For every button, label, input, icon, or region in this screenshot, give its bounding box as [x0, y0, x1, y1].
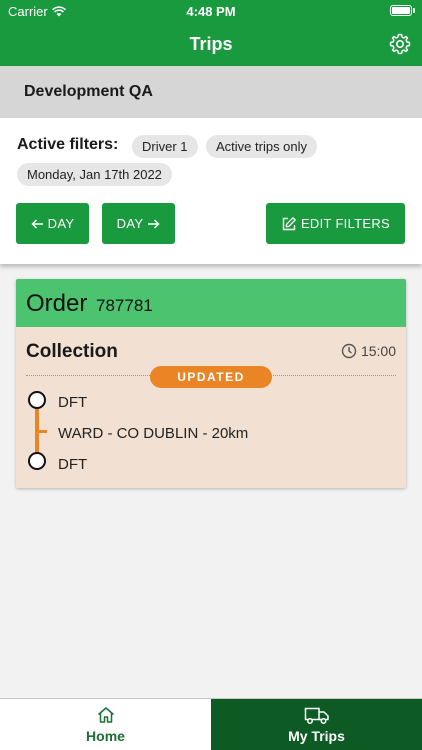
- tab-my-trips-label: My Trips: [288, 728, 345, 744]
- trip-time-value: 15:00: [360, 343, 396, 359]
- home-icon: [97, 707, 114, 723]
- battery-tip: [413, 8, 415, 13]
- filter-chip-active-trips: Active trips only: [206, 135, 318, 158]
- status-badge: UPDATED: [150, 366, 272, 388]
- trip-card-header: Order 787781: [16, 279, 406, 327]
- nav-bar: Trips: [0, 22, 422, 66]
- arrow-left-icon: [31, 218, 43, 229]
- filters-panel: Active filters: Driver 1 Active trips on…: [0, 118, 422, 264]
- page-title: Trips: [189, 34, 233, 54]
- status-bar: Carrier 4:48 PM: [0, 0, 422, 22]
- active-filters-label: Active filters:: [17, 136, 119, 153]
- gear-icon[interactable]: [388, 32, 412, 56]
- route-start: DFT: [58, 394, 88, 411]
- trip-card[interactable]: Order 787781 Collection 15:00 UPDATED DF…: [16, 279, 406, 488]
- tab-my-trips[interactable]: My Trips: [211, 699, 422, 750]
- edit-filters-label: EDIT FILTERS: [300, 216, 391, 231]
- previous-day-button[interactable]: DAY: [16, 203, 89, 244]
- edit-filters-button[interactable]: EDIT FILTERS: [266, 203, 405, 244]
- filter-chip-date: Monday, Jan 17th 2022: [17, 163, 172, 186]
- tab-home-label: Home: [86, 728, 125, 744]
- tab-bar: Home My Trips: [0, 698, 422, 750]
- organization-bar: Development QA: [0, 66, 422, 118]
- status-time: 4:48 PM: [186, 4, 236, 19]
- next-day-button[interactable]: DAY: [102, 203, 175, 244]
- route-via: WARD - CO DUBLIN - 20km: [58, 425, 249, 442]
- truck-icon: [304, 707, 329, 724]
- arrow-right-icon: [148, 218, 160, 229]
- next-day-label: DAY: [116, 216, 144, 231]
- organization-name: Development QA: [24, 83, 153, 100]
- previous-day-label: DAY: [47, 216, 75, 231]
- filter-chip-driver: Driver 1: [132, 135, 198, 158]
- route-start-dot: [28, 391, 46, 409]
- route-end-dot: [28, 452, 46, 470]
- trip-time: 15:00: [341, 343, 396, 359]
- clock-icon: [341, 343, 357, 359]
- battery-icon: [390, 5, 412, 16]
- edit-icon: [282, 216, 296, 230]
- order-label: Order: [26, 290, 88, 317]
- order-number: 787781: [96, 296, 153, 315]
- tab-home[interactable]: Home: [0, 699, 211, 750]
- route-via-marker: [39, 430, 47, 433]
- route-end: DFT: [58, 456, 88, 473]
- trip-type: Collection: [26, 341, 118, 362]
